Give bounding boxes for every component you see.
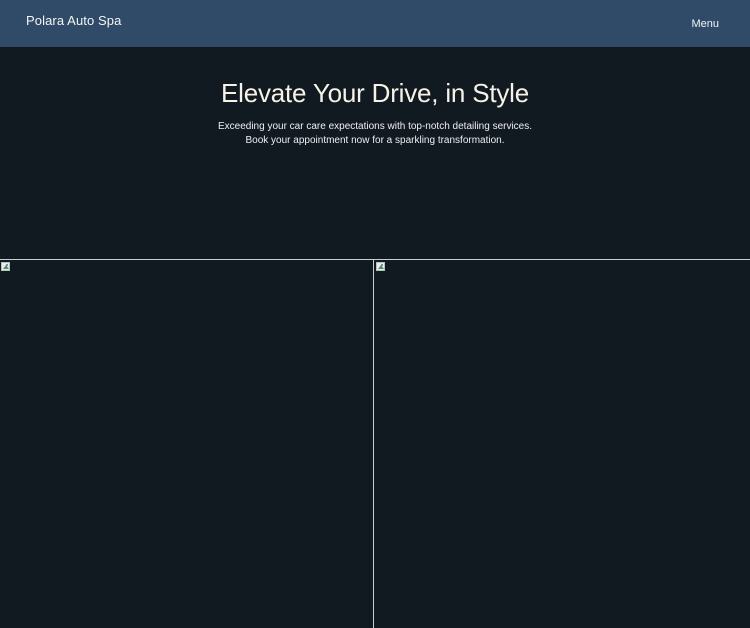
menu-button[interactable]: Menu — [691, 17, 719, 31]
hero-subtitle: Exceeding your car care expectations wit… — [0, 120, 750, 148]
image-gallery — [0, 259, 750, 628]
gallery-image-left — [0, 259, 374, 628]
hero-subtitle-line-1: Exceeding your car care expectations wit… — [217, 121, 533, 132]
broken-image-icon — [1, 262, 10, 271]
hero-title: Elevate Your Drive, in Style — [220, 78, 529, 108]
broken-image-icon — [376, 262, 385, 271]
gallery-image-right — [374, 259, 750, 628]
hero-section: Elevate Your Drive, in Style Exceeding y… — [0, 47, 750, 259]
page: Polara Auto Spa Menu Elevate Your Drive,… — [0, 0, 750, 628]
brand-logo-link[interactable]: Polara Auto Spa — [26, 13, 121, 29]
top-navigation-bar: Polara Auto Spa Menu — [0, 0, 750, 47]
hero-subtitle-line-2: Book your appointment now for a sparklin… — [245, 135, 505, 146]
